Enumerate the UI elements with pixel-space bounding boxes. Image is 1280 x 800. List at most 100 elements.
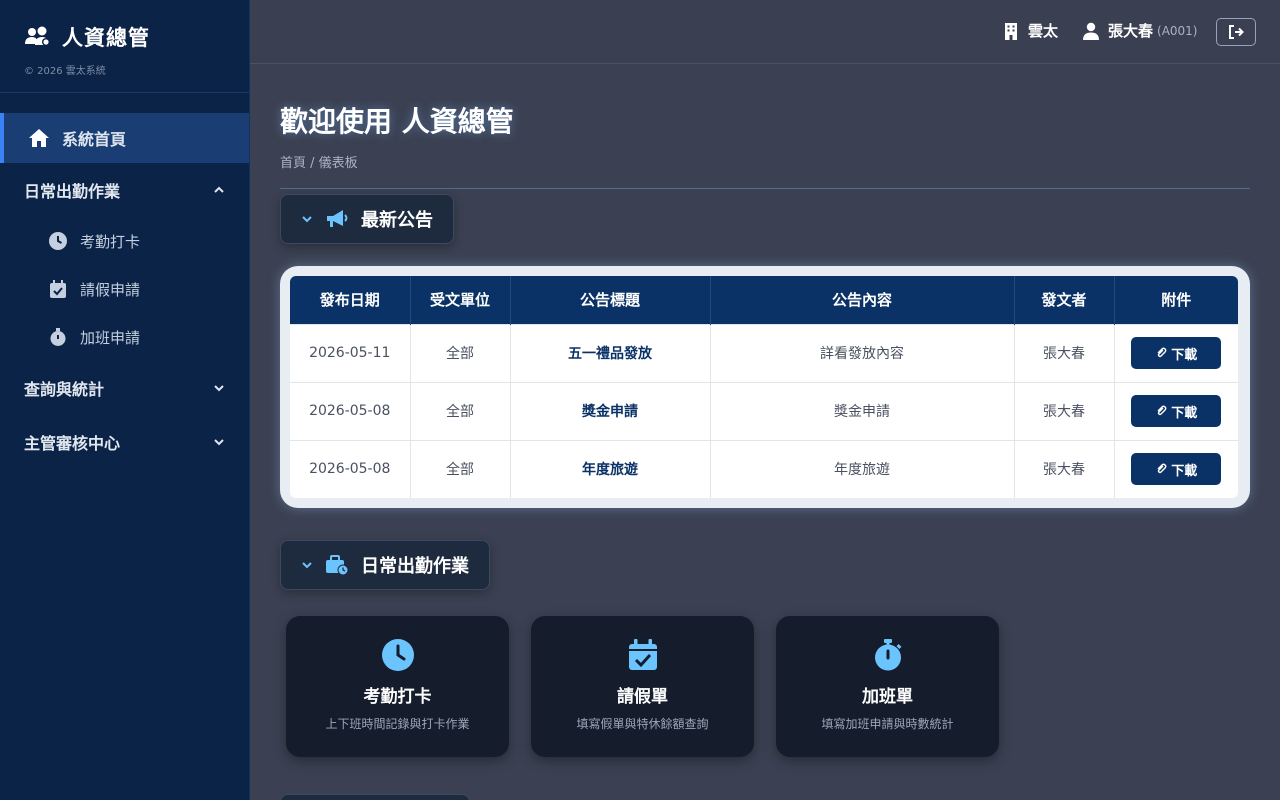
section-title: 最新公告 <box>361 210 433 231</box>
clock-icon <box>381 639 414 671</box>
calendar-check-icon <box>50 280 66 298</box>
logout-icon <box>1229 25 1244 39</box>
sidebar-item-label: 加班申請 <box>80 328 141 347</box>
sidebar-group-daily[interactable]: 日常出勤作業 <box>0 163 249 217</box>
download-label: 下載 <box>1171 347 1198 363</box>
next-section-toggle[interactable] <box>280 794 470 800</box>
sidebar-item-overtime[interactable]: 加班申請 <box>0 313 249 361</box>
user-menu[interactable]: 張大春 (A001) <box>1082 20 1198 41</box>
sidebar-item-label: 系統首頁 <box>62 130 127 149</box>
main-content: 歡迎使用 人資總管 首頁 / 儀表板 最新公告 發布日期 受文單位 公告標題 公… <box>280 64 1250 800</box>
cell-unit: 全部 <box>410 439 511 498</box>
download-button[interactable]: 下載 <box>1131 337 1222 369</box>
sidebar-group-approval[interactable]: 主管審核中心 <box>0 415 249 469</box>
home-icon <box>29 129 49 147</box>
sidebar-group-query[interactable]: 查詢與統計 <box>0 361 249 415</box>
daily-cards: 考勤打卡 上下班時間記錄與打卡作業 請假單 填寫假單與特休餘額查詢 加班單 填寫… <box>286 616 1021 757</box>
users-icon <box>25 26 50 46</box>
chevron-down-icon <box>302 216 312 223</box>
column-header: 發布日期 <box>290 276 411 324</box>
column-header: 公告標題 <box>510 276 711 324</box>
building-icon <box>1005 22 1017 40</box>
clock-icon <box>49 232 67 250</box>
cell-content: 年度旅遊 <box>710 439 1015 498</box>
cell-author: 張大春 <box>1014 323 1115 382</box>
table-row: 2026-05-08 全部 獎金申請 獎金申請 張大春 下載 <box>290 381 1238 440</box>
user-id: (A001) <box>1157 23 1198 38</box>
user-icon <box>1083 22 1099 40</box>
column-header: 公告內容 <box>710 276 1015 324</box>
table-row: 2026-05-08 全部 年度旅遊 年度旅遊 張大春 下載 <box>290 439 1238 498</box>
sidebar-group-label: 日常出勤作業 <box>24 182 121 201</box>
sidebar: 人資總管 © 2026 雲太系統 系統首頁 日常出勤作業 考勤打卡 請假申請 加… <box>0 0 250 800</box>
daily-section-toggle[interactable]: 日常出勤作業 <box>280 540 490 590</box>
announcements-section-toggle[interactable]: 最新公告 <box>280 194 454 244</box>
cell-unit: 全部 <box>410 323 511 382</box>
logout-button[interactable] <box>1216 18 1256 46</box>
download-button[interactable]: 下載 <box>1131 453 1222 486</box>
brand-title: 人資總管 <box>62 26 150 50</box>
cell-date: 2026-05-08 <box>290 381 411 440</box>
top-bar: 雲太 張大春 (A001) <box>250 0 1280 64</box>
brand-copyright: © 2026 雲太系統 <box>24 66 106 77</box>
cell-author: 張大春 <box>1014 381 1115 440</box>
card-overtime[interactable]: 加班單 填寫加班申請與時數統計 <box>776 616 999 757</box>
download-label: 下載 <box>1171 463 1198 479</box>
announcements-table-container: 發布日期 受文單位 公告標題 公告內容 發文者 附件 2026-05-11 全部… <box>280 266 1250 508</box>
announcements-table: 發布日期 受文單位 公告標題 公告內容 發文者 附件 2026-05-11 全部… <box>290 276 1238 498</box>
stopwatch-icon <box>874 639 901 671</box>
company-indicator: 雲太 <box>1002 20 1058 41</box>
company-name: 雲太 <box>1028 22 1059 40</box>
sidebar-item-attendance[interactable]: 考勤打卡 <box>0 217 249 265</box>
paperclip-icon <box>1157 405 1167 416</box>
column-header: 發文者 <box>1014 276 1115 324</box>
cell-content: 詳看發放內容 <box>710 323 1015 382</box>
table-row: 2026-05-11 全部 五一禮品發放 詳看發放內容 張大春 下載 <box>290 323 1238 382</box>
card-attendance[interactable]: 考勤打卡 上下班時間記錄與打卡作業 <box>286 616 509 757</box>
chevron-down-icon <box>214 385 224 392</box>
download-button[interactable]: 下載 <box>1131 395 1222 427</box>
sidebar-group-label: 查詢與統計 <box>24 380 105 399</box>
breadcrumb: 首頁 / 儀表板 <box>280 156 358 171</box>
cell-attachment: 下載 <box>1114 381 1238 440</box>
paperclip-icon <box>1157 347 1167 358</box>
sidebar-item-label: 考勤打卡 <box>80 232 141 251</box>
sidebar-item-home[interactable]: 系統首頁 <box>0 113 249 163</box>
download-label: 下載 <box>1171 405 1198 421</box>
page-title: 歡迎使用 人資總管 <box>280 105 514 138</box>
calendar-check-icon <box>628 639 657 670</box>
card-description: 填寫加班申請與時數統計 <box>821 717 954 731</box>
cell-date: 2026-05-08 <box>290 439 411 498</box>
megaphone-icon <box>327 210 348 227</box>
sidebar-item-leave[interactable]: 請假申請 <box>0 265 249 313</box>
cell-title[interactable]: 年度旅遊 <box>510 439 711 498</box>
cell-author: 張大春 <box>1014 439 1115 498</box>
cell-attachment: 下載 <box>1114 323 1238 382</box>
column-header: 附件 <box>1114 276 1238 324</box>
sidebar-group-label: 主管審核中心 <box>24 434 121 453</box>
brand: 人資總管 © 2026 雲太系統 <box>0 0 249 93</box>
cell-date: 2026-05-11 <box>290 323 411 382</box>
chevron-up-icon <box>214 186 224 193</box>
sidebar-nav: 系統首頁 日常出勤作業 考勤打卡 請假申請 加班申請 查詢與統計 主管審核中心 <box>0 93 249 469</box>
paperclip-icon <box>1157 463 1167 474</box>
cell-title[interactable]: 獎金申請 <box>510 381 711 440</box>
card-description: 填寫假單與特休餘額查詢 <box>576 717 709 731</box>
stopwatch-icon <box>50 328 66 346</box>
cell-unit: 全部 <box>410 381 511 440</box>
card-title: 考勤打卡 <box>363 687 432 707</box>
card-title: 請假單 <box>617 687 668 707</box>
cell-title[interactable]: 五一禮品發放 <box>510 323 711 382</box>
briefcase-clock-icon <box>326 555 349 576</box>
user-name: 張大春 <box>1108 22 1154 40</box>
card-leave[interactable]: 請假單 填寫假單與特休餘額查詢 <box>531 616 754 757</box>
cell-attachment: 下載 <box>1114 439 1238 498</box>
card-title: 加班單 <box>862 687 913 707</box>
divider <box>280 188 1250 189</box>
section-title: 日常出勤作業 <box>361 556 469 577</box>
card-description: 上下班時間記錄與打卡作業 <box>325 717 470 731</box>
chevron-down-icon <box>214 439 224 446</box>
cell-content: 獎金申請 <box>710 381 1015 440</box>
chevron-down-icon <box>302 562 312 569</box>
sidebar-item-label: 請假申請 <box>80 280 141 299</box>
